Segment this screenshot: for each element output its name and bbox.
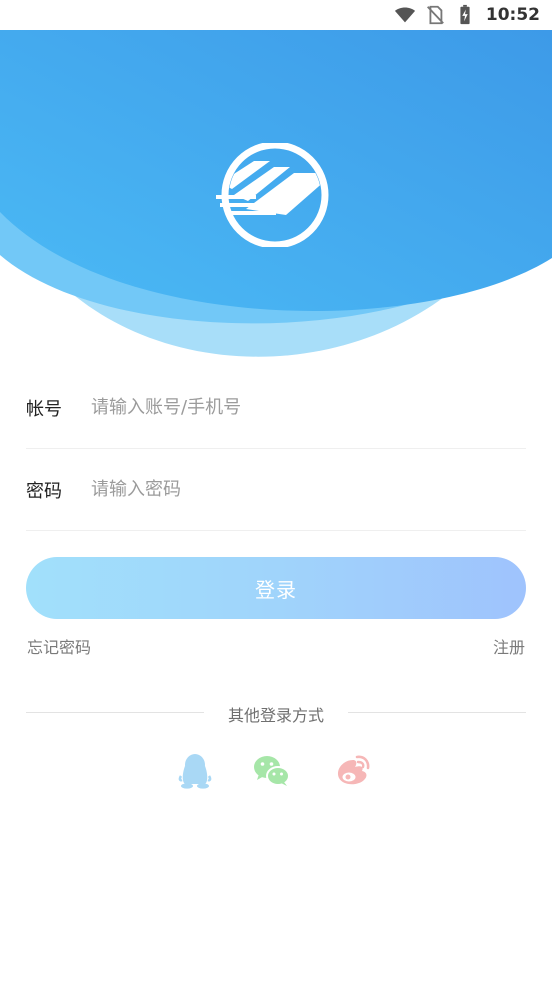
battery-charging-icon: [460, 4, 470, 25]
forgot-password-link[interactable]: 忘记密码: [27, 634, 91, 658]
account-input[interactable]: [91, 397, 526, 418]
login-button[interactable]: 登录: [26, 557, 526, 619]
divider-right: [348, 712, 526, 713]
wechat-icon: [254, 756, 290, 786]
password-label: 密码: [26, 480, 62, 502]
qq-icon: [178, 754, 212, 789]
other-login-title: 其他登录方式: [227, 706, 324, 725]
register-link[interactable]: 注册: [493, 634, 525, 658]
password-row: 密码: [26, 449, 526, 531]
qq-login-button[interactable]: [176, 752, 214, 790]
no-sim-icon: [426, 5, 444, 25]
weibo-login-button[interactable]: [333, 752, 371, 790]
divider-left: [26, 712, 204, 713]
password-input[interactable]: [91, 479, 526, 500]
wechat-login-button[interactable]: [253, 752, 291, 790]
app-logo-icon: [216, 143, 329, 247]
weibo-icon: [337, 755, 370, 785]
wifi-icon: [394, 7, 415, 23]
status-time: 10:52: [485, 5, 540, 25]
account-row: 帐号: [26, 367, 526, 449]
status-bar: 10:52: [0, 0, 552, 30]
account-label: 帐号: [26, 398, 62, 420]
